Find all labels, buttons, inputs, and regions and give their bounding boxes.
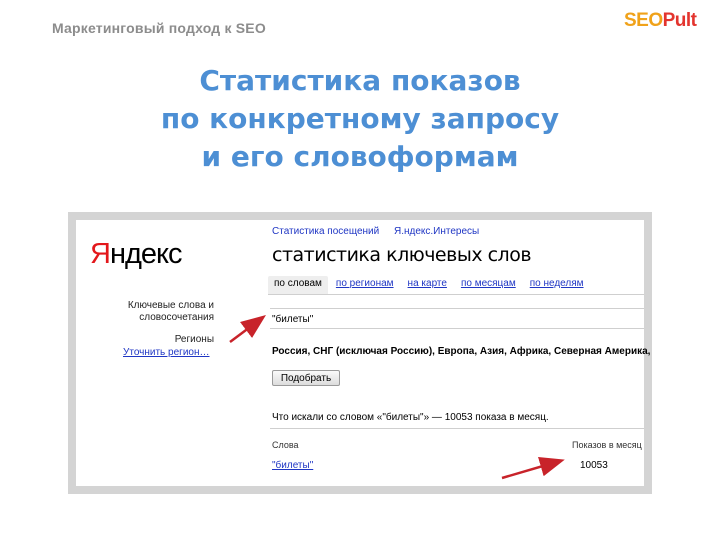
arrow-to-query-icon	[229, 315, 266, 343]
annotation-arrows	[229, 315, 565, 480]
arrow-to-count-icon	[501, 457, 565, 480]
